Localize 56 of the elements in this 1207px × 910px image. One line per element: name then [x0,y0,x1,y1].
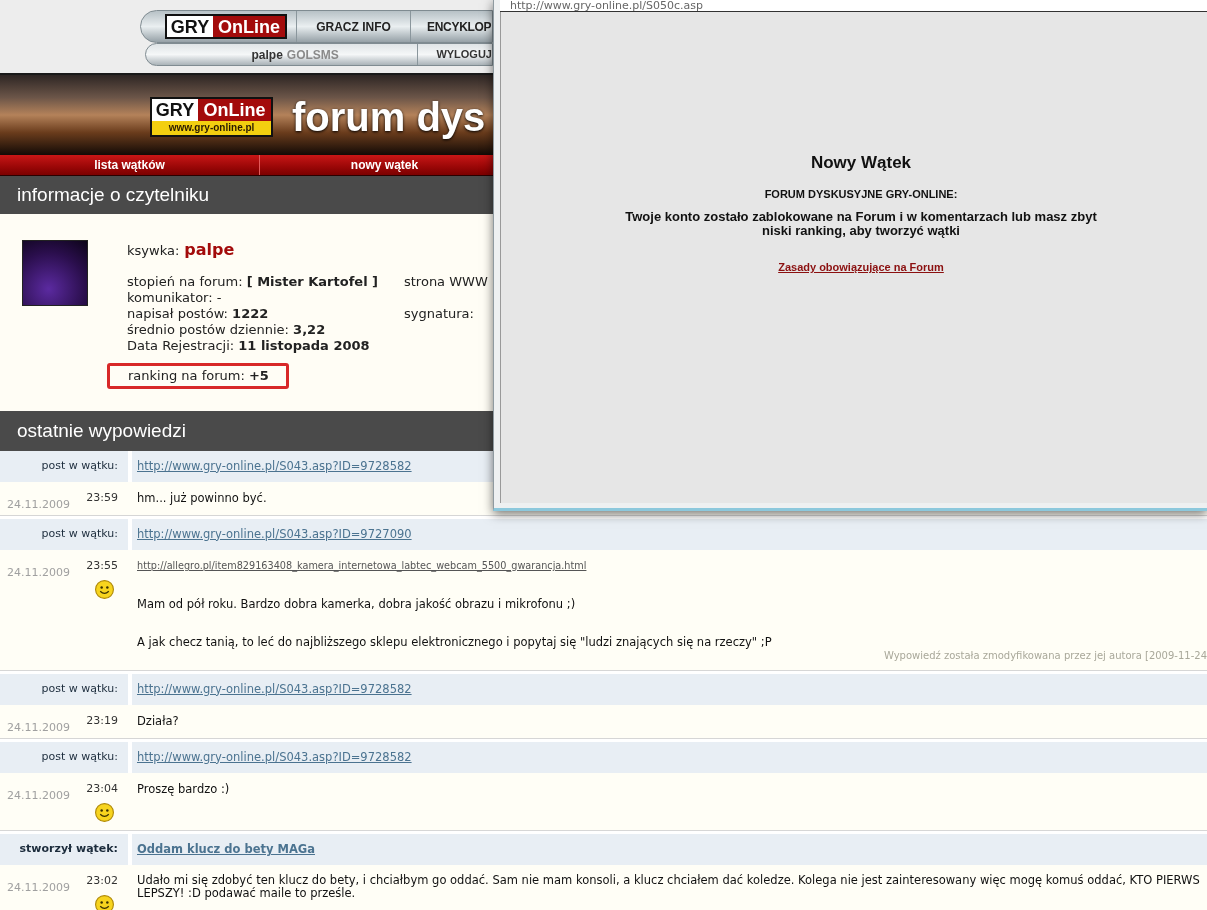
thread-link[interactable]: Oddam klucz do bety MAGa [137,840,315,859]
post-date: 24.11.2009 [7,498,70,511]
post-time: 23:59 [86,491,118,505]
post-time: 23:04 [86,782,118,796]
thread-link[interactable]: http://www.gry-online.pl/S043.asp?ID=9728582 [137,457,412,476]
profile-field: ranking na forum: +5 [128,368,269,384]
nickname: palpe [184,240,235,260]
field-label: stworzył wątek: [19,841,118,858]
profile-field: stopień na forum: [ Mister Kartofel ] [127,274,379,290]
post-time: 23:02 [86,874,118,888]
site-logo[interactable]: GRY OnLine www.gry-online.pl [150,97,273,137]
dialog-title: Nowy Wątek [810,153,912,173]
banner-title: forum dys [292,97,486,137]
edit-note: Wypowiedź została zmodyfikowana przez jej autora [2009-11-24 [883,650,1207,662]
post-text: Udało mi się zdobyć ten klucz do bety, i chciałbym go oddać. Sam nie mam konsoli, a klucz chciałem dać koledze. Kolega nie jest zainteresowany więc mogę komuś oddać, KTO PIERWS LEPSZY! :D podawać maile to prześle. [137,874,1200,900]
post-text: hm... już powinno być. [137,491,267,505]
thread-link[interactable]: http://www.gry-online.pl/S043.asp?ID=9727090 [137,525,412,544]
logo-url: www.gry-online.pl [152,121,271,135]
logo-text: GRY [152,99,198,121]
post-date: 24.11.2009 [7,721,70,734]
dialog-subtitle: FORUM DYSKUSYJNE GRY-ONLINE: [764,188,958,201]
post-time: 23:19 [86,714,118,728]
logout-link[interactable]: WYLOGUJ [417,44,492,65]
username: palpe [251,46,283,64]
post-date: 24.11.2009 [7,881,70,894]
field-label: post w wątku: [41,749,118,766]
thread-link[interactable]: http://www.gry-online.pl/S043.asp?ID=9728582 [137,680,412,699]
nav-link[interactable]: lista wątków [0,155,260,175]
logo-text: OnLine [198,99,271,121]
post-time: 23:55 [86,559,118,573]
field-label: post w wątku: [41,681,118,698]
field-label: strona WWW [404,274,488,290]
logo-text: GRY [167,16,213,37]
post-date: 24.11.2009 [7,566,70,579]
external-link[interactable]: http://allegro.pl/item829163408_kamera_internetowa_labtec_webcam_5500_gwarancja.html [137,559,587,573]
field-label: post w wątku: [41,526,118,543]
field-label: ksywka: [127,242,180,260]
field-label: sygnatura: [404,306,474,322]
profile-field: komunikator: - [127,290,222,306]
post-text: Proszę bardzo :) [137,782,230,796]
profile-field: średnio postów dziennie: 3,22 [127,322,326,338]
profile-field: napisał postów: 1222 [127,306,269,322]
post-text: Działa? [137,714,179,728]
site-logo[interactable]: GRY OnLine [165,14,287,39]
avatar-image [22,240,88,306]
post-text: A jak checz tanią, to leć do najbliższego sklepu elektronicznego i popytaj się "ludzi znających się na rzeczy" ;P [137,635,772,649]
nav-link[interactable]: GRACZ INFO [296,11,410,42]
field-label: post w wątku: [41,458,118,475]
thread-link[interactable]: http://www.gry-online.pl/S043.asp?ID=9728582 [137,748,412,767]
post-date: 24.11.2009 [7,789,70,802]
logo-text: OnLine [213,16,285,37]
address-field: http://www.gry-online.pl/S050c.asp [500,0,1207,12]
nav-link[interactable]: ENCYKLOP [410,11,492,42]
profile-field: Data Rejestracji: 11 listopada 2008 [127,338,370,354]
rules-link[interactable]: Zasady obowiązujące na Forum [778,261,944,274]
post-text: Mam od pół roku. Bardzo dobra kamerka, dobra jakość obrazu i mikrofonu ;) [137,597,576,611]
